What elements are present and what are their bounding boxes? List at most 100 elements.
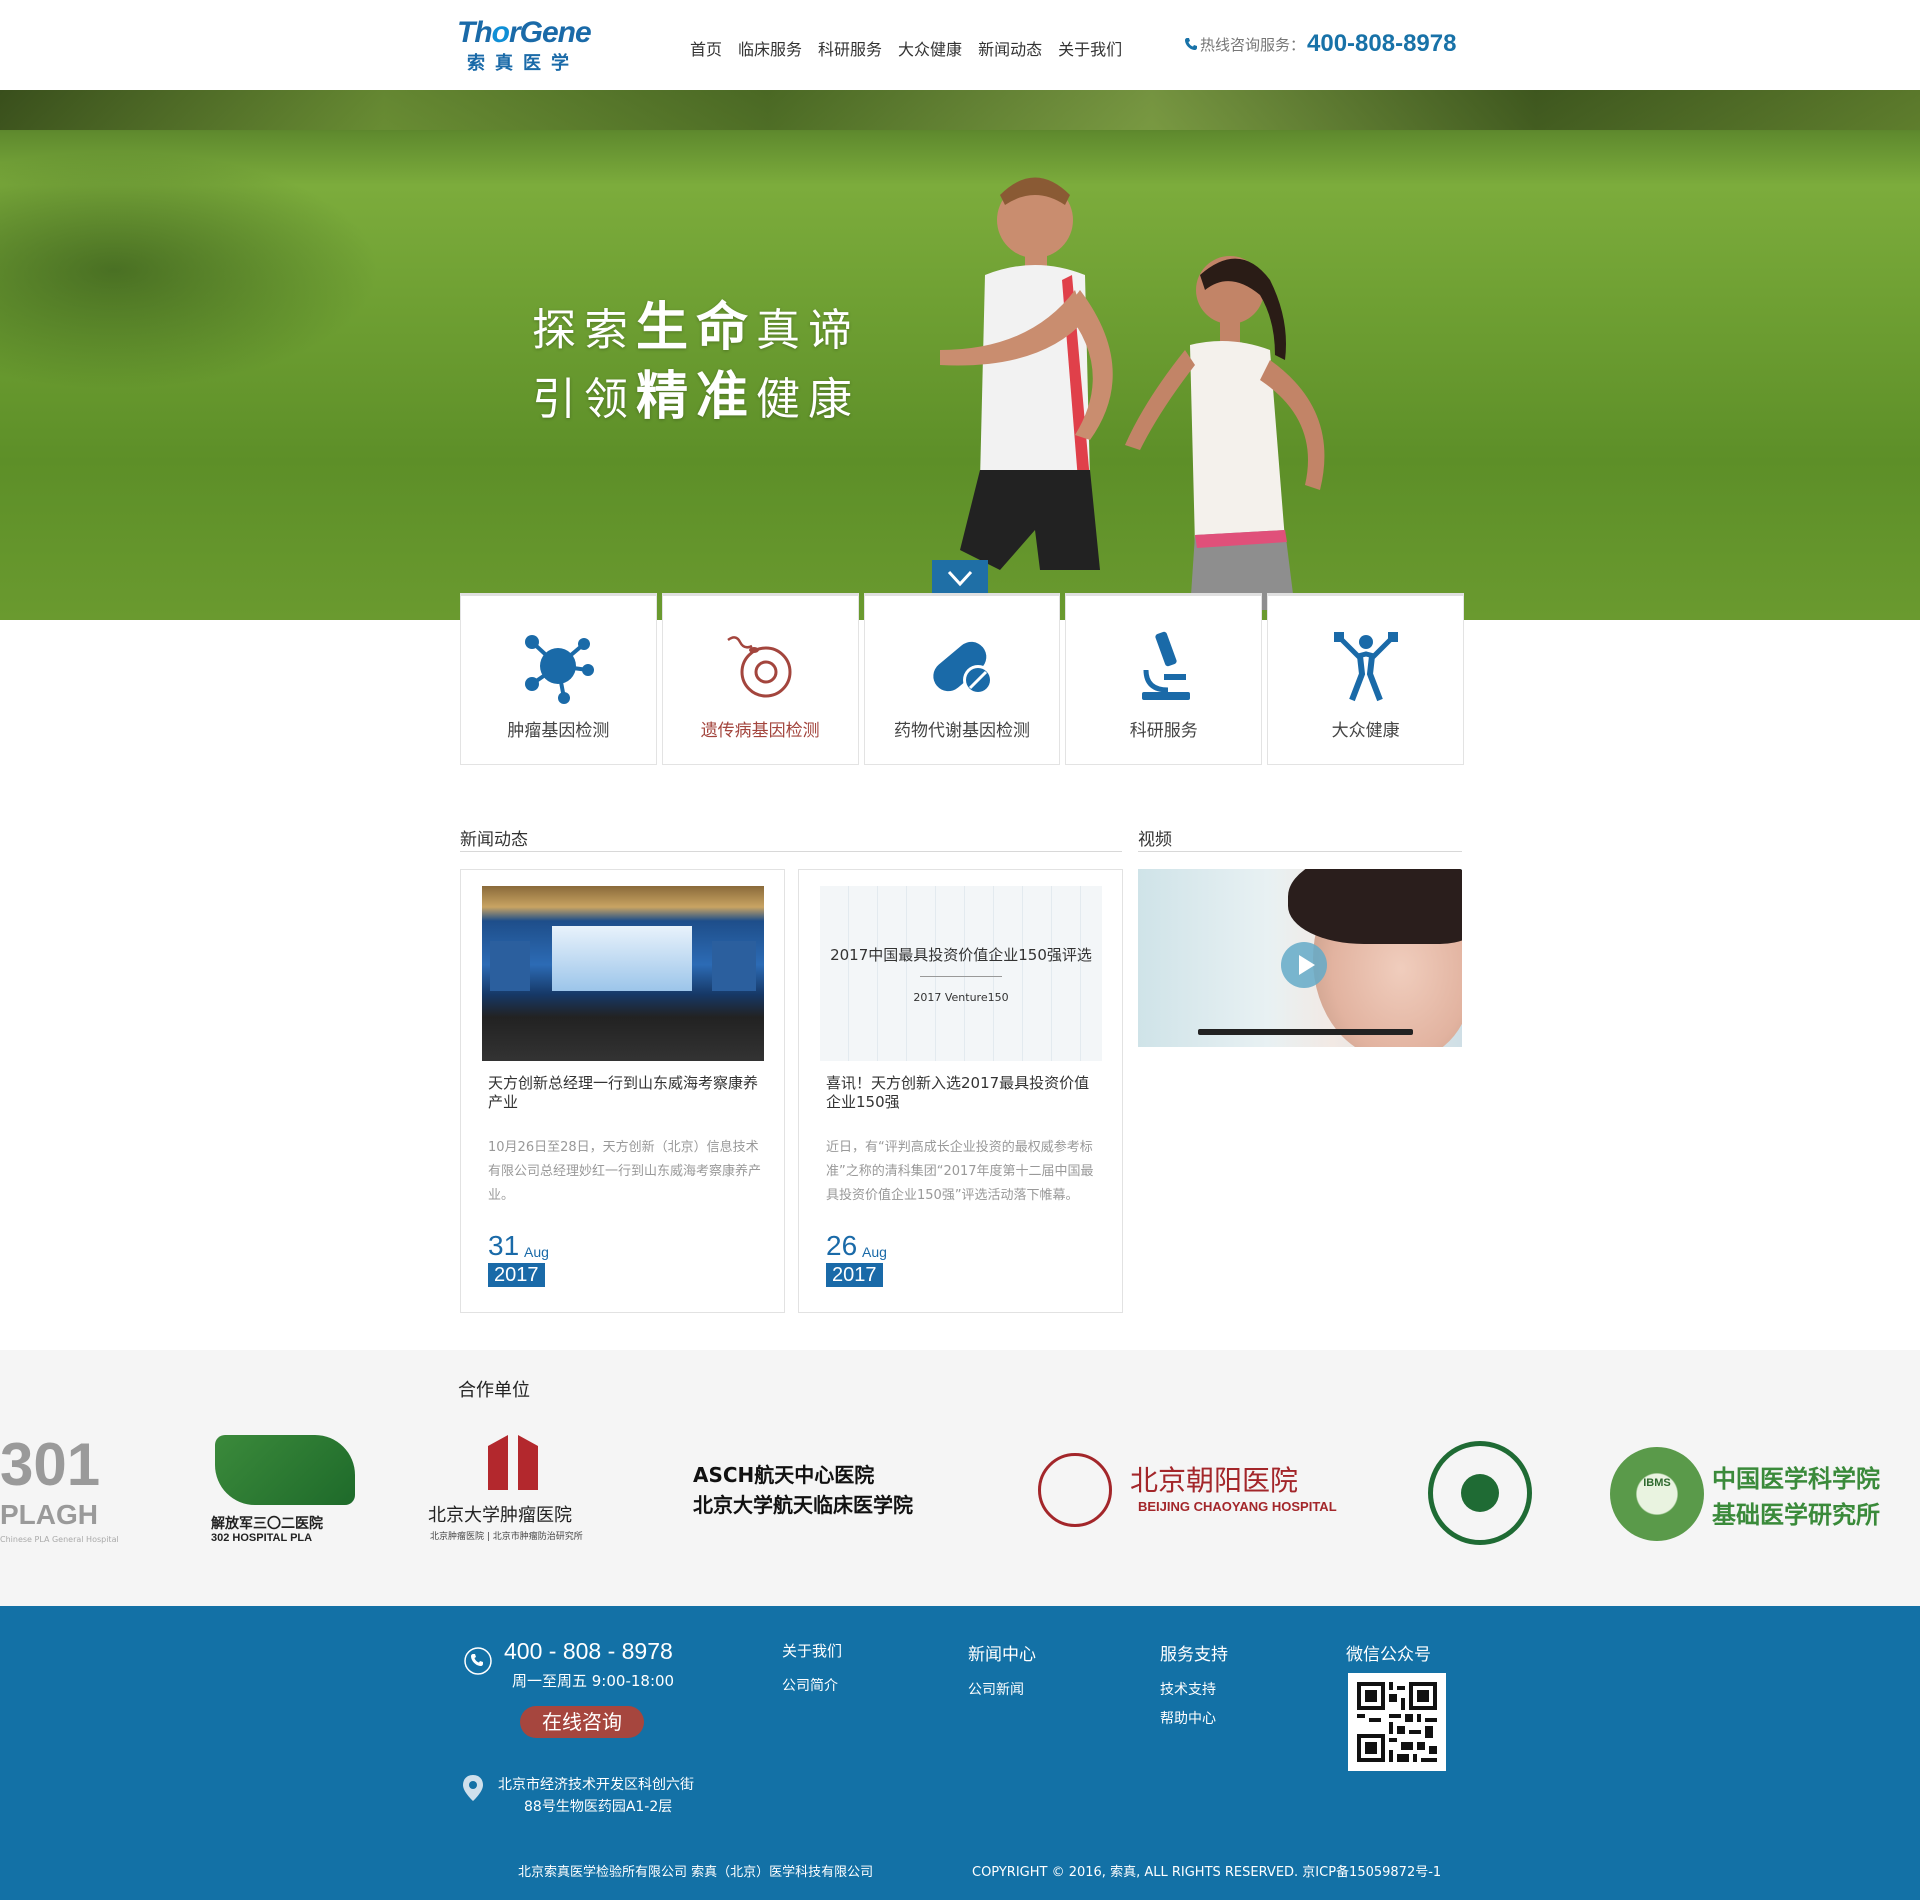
play-icon[interactable] [1281, 942, 1327, 988]
partner-logo-asch[interactable]: ASCH航天中心医院 北京大学航天临床医学院 [693, 1435, 965, 1555]
partner-logo-sub: BEIJING CHAOYANG HOSPITAL [1138, 1499, 1337, 1514]
service-card-health[interactable]: 大众健康 [1267, 593, 1464, 765]
service-label: 科研服务 [1129, 721, 1198, 741]
site-logo[interactable]: ThorGene 索真医学 [457, 16, 607, 76]
partners-title: 合作单位 [458, 1380, 530, 1401]
service-card-drug[interactable]: 药物代谢基因检测 [863, 593, 1061, 765]
footer-col-title[interactable]: 关于我们 [782, 1640, 842, 1661]
partner-logo-mark [1428, 1441, 1532, 1545]
service-card-tumor[interactable]: 肿瘤基因检测 [460, 593, 657, 765]
video-progress-bar[interactable] [1198, 1029, 1413, 1035]
news-card[interactable]: 天方创新总经理一行到山东威海考察康养产业 10月26日至28日，天方创新（北京）… [460, 869, 785, 1313]
online-consult-button[interactable]: 在线咨询 [520, 1706, 644, 1738]
service-card-genetic[interactable]: 遗传病基因检测 [661, 593, 859, 765]
nav-research[interactable]: 科研服务 [818, 36, 882, 60]
nav-news[interactable]: 新闻动态 [978, 36, 1042, 60]
footer-col-news: 新闻中心 公司新闻 [968, 1640, 1036, 1708]
footer-link[interactable]: 公司简介 [782, 1675, 842, 1695]
partner-logo-badge: IBMS [1643, 1477, 1671, 1489]
hotline: 热线咨询服务： 400-808-8978 [1184, 30, 1456, 58]
qr-code-icon [1353, 1678, 1441, 1766]
site-footer: 400 - 808 - 8978 周一至周五 9:00-18:00 在线咨询 北… [0, 1606, 1920, 1900]
partner-logo-mark [488, 1435, 538, 1490]
nav-public-health[interactable]: 大众健康 [898, 36, 962, 60]
partner-logo-emblem [1461, 1474, 1499, 1512]
partner-logo-ibms[interactable]: IBMS 中国医学科学院 基础医学研究所 [1610, 1435, 1920, 1555]
footer-link[interactable]: 公司新闻 [968, 1679, 1036, 1699]
side-screen-right [712, 941, 756, 991]
news-month: Aug [862, 1244, 887, 1260]
thumb-subtitle: 2017 Venture150 [913, 991, 1009, 1004]
service-label: 药物代谢基因检测 [893, 721, 1030, 741]
partner-logo-mark [215, 1435, 355, 1505]
news-title[interactable]: 喜讯！天方创新入选2017最具投资价值企业150强 [826, 1074, 1101, 1112]
hero-shade [0, 150, 380, 390]
partner-logo-name: 解放军三〇二医院 [211, 1516, 323, 1532]
partner-logo-chaoyang[interactable]: 北京朝阳医院 BEIJING CHAOYANG HOSPITAL [1038, 1435, 1343, 1555]
wechat-qr-code [1348, 1673, 1446, 1771]
thumb-divider [920, 976, 1002, 977]
news-summary: 10月26日至28日，天方创新（北京）信息技术有限公司总经理妙红一行到山东威海考… [488, 1140, 762, 1203]
partner-logo-mark [1038, 1453, 1112, 1527]
partner-logo-note: Chinese PLA General Hospital [0, 1535, 119, 1544]
partner-logo-name: ASCH航天中心医院 [693, 1463, 875, 1487]
news-day: 26 [826, 1230, 858, 1261]
footer-hours: 周一至周五 9:00-18:00 [512, 1672, 675, 1690]
logo-english: ThorGene [457, 16, 592, 49]
address-line-2: 88号生物医药园A1-2层 [524, 1799, 673, 1815]
footer-col-support: 服务支持 技术支持 帮助中心 [1160, 1640, 1228, 1737]
news-thumbnail[interactable] [482, 886, 764, 1061]
partner-logo-302[interactable]: 解放军三〇二医院 302 HOSPITAL PLA [205, 1435, 365, 1555]
divider [1138, 851, 1462, 852]
service-label: 肿瘤基因检测 [507, 721, 610, 741]
partner-logo-sub: 北京肿瘤医院 | 北京市肿瘤防治研究所 [430, 1532, 583, 1542]
location-pin-icon [463, 1775, 483, 1801]
partner-logo-mark: IBMS [1610, 1447, 1704, 1541]
slogan-line-2: 引领精准健康 [532, 367, 861, 427]
footer-col-title[interactable]: 服务支持 [1160, 1640, 1228, 1665]
service-label: 遗传病基因检测 [700, 721, 820, 741]
main-nav: 首页 临床服务 科研服务 大众健康 新闻动态 关于我们 [690, 36, 1138, 60]
slogan-line-1: 探索生命真谛 [532, 298, 861, 358]
partner-logo-name: 中国医学科学院 [1712, 1465, 1880, 1493]
partner-logo-mark: 301 [0, 1431, 101, 1498]
video-player[interactable] [1138, 869, 1462, 1047]
footer-link[interactable]: 技术支持 [1160, 1679, 1228, 1699]
hero-banner: 探索生命真谛 引领精准健康 [0, 90, 1920, 620]
fitness-icon [1333, 632, 1398, 702]
news-title[interactable]: 天方创新总经理一行到山东威海考察康养产业 [488, 1074, 763, 1112]
news-month: Aug [524, 1244, 549, 1260]
pill-icon [933, 641, 993, 695]
hero-treeline [0, 90, 1920, 130]
footer-phone[interactable]: 400 - 808 - 8978 [504, 1638, 673, 1665]
partner-logo-tcm[interactable] [1428, 1435, 1533, 1555]
phone-icon [464, 1647, 492, 1675]
partner-logo-sub: 北京大学航天临床医学院 [693, 1493, 913, 1517]
nav-clinical[interactable]: 临床服务 [738, 36, 802, 60]
news-card[interactable]: 2017中国最具投资价值企业150强评选 2017 Venture150 喜讯！… [798, 869, 1123, 1313]
video-section-title: 视频 [1138, 830, 1172, 850]
sperm-egg-icon [727, 636, 792, 698]
footer-col-title: 微信公众号 [1346, 1645, 1431, 1665]
hotline-label: 热线咨询服务： [1200, 35, 1306, 54]
footer-company-names: 北京索真医学检验所有限公司 索真（北京）医学科技有限公司 [518, 1865, 874, 1880]
footer-link[interactable]: 帮助中心 [1160, 1708, 1228, 1728]
service-card-research[interactable]: 科研服务 [1065, 593, 1263, 765]
news-thumbnail[interactable]: 2017中国最具投资价值企业150强评选 2017 Venture150 [820, 886, 1102, 1061]
molecule-icon [525, 635, 595, 704]
footer-col-title[interactable]: 新闻中心 [968, 1640, 1036, 1665]
hotline-number[interactable]: 400-808-8978 [1307, 30, 1456, 58]
nav-home[interactable]: 首页 [690, 36, 722, 60]
partner-logo-name: 北京大学肿瘤医院 [428, 1505, 572, 1526]
partner-logo-pku-cancer[interactable]: 北京大学肿瘤医院 北京肿瘤医院 | 北京市肿瘤防治研究所 [428, 1435, 603, 1555]
service-cards: 肿瘤基因检测 遗传病基因检测 药物代谢基因检测 科研服务 大众健康 [460, 593, 1464, 765]
partner-logo-sub: 基础医学研究所 [1712, 1501, 1880, 1529]
partner-logo-301[interactable]: 301 PLAGH Chinese PLA General Hospital [0, 1431, 119, 1555]
nav-about[interactable]: 关于我们 [1058, 36, 1122, 60]
stage-screen [552, 926, 692, 991]
video-thumbnail-hair [1288, 869, 1462, 944]
thumb-title: 2017中国最具投资价值企业150强评选 [830, 946, 1092, 964]
partner-logo-name: 北京朝阳医院 [1130, 1464, 1299, 1497]
microscope-icon [1141, 631, 1190, 700]
news-summary: 近日，有“评判高成长企业投资的最权威参考标准”之称的清科集团“2017年度第十二… [826, 1140, 1094, 1203]
